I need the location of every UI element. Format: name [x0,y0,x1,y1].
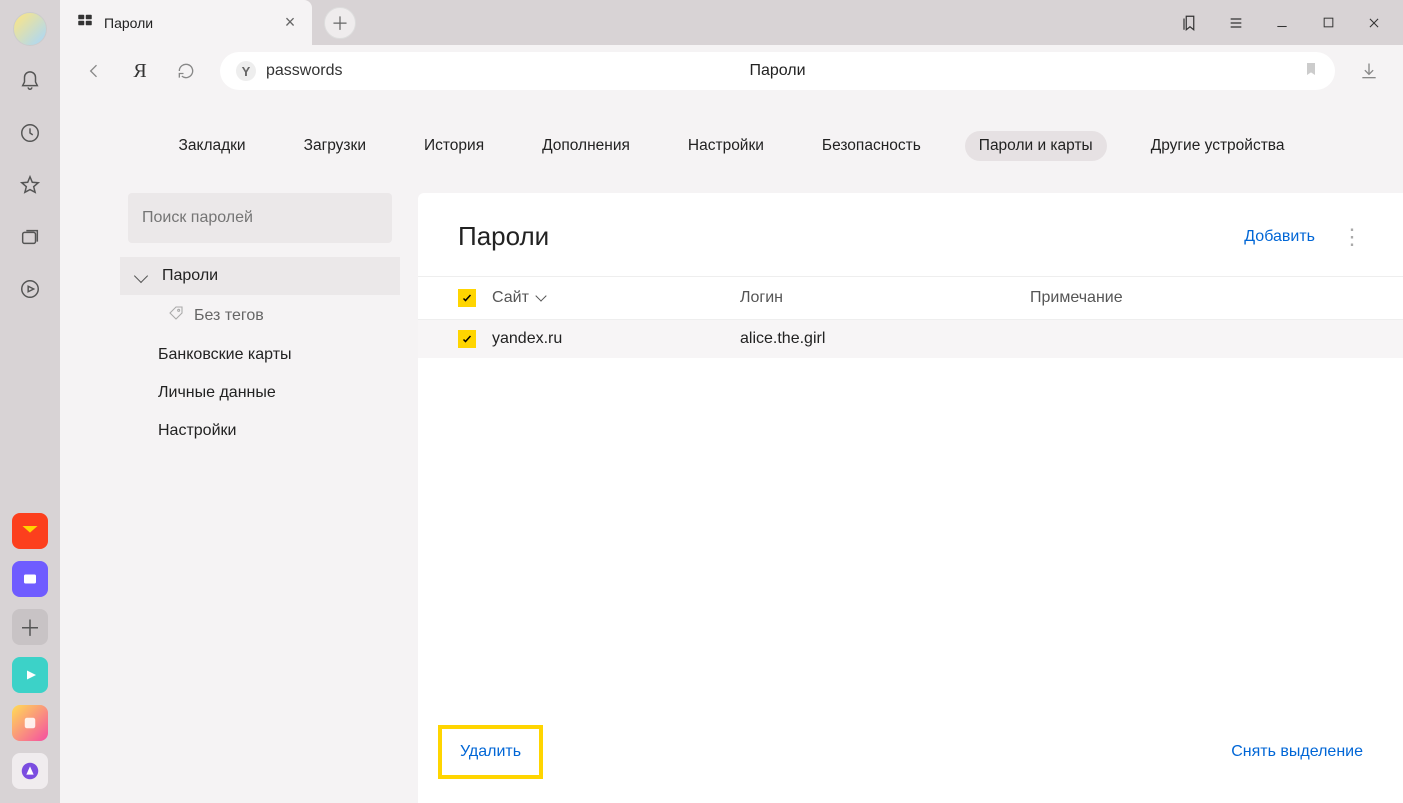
star-icon[interactable] [13,168,47,202]
topmenu-settings[interactable]: Настройки [674,131,778,161]
left-dock: ＋ [0,0,60,803]
chevron-down-icon [134,269,148,283]
yandex-home-icon[interactable]: Я [128,59,152,83]
dock-bottom: ＋ [0,513,60,789]
site-lock-icon: Y [236,61,256,81]
nav-bar: Я Y passwords Пароли [60,45,1403,97]
tag-icon [168,305,184,326]
topmenu-bookmarks[interactable]: Закладки [165,131,260,161]
topmenu-security[interactable]: Безопасность [808,131,935,161]
sidebar-item-bank-cards[interactable]: Банковские карты [120,336,400,374]
tab-favicon-icon [76,11,94,34]
bookmarks-bar-icon[interactable] [1167,0,1213,45]
back-icon[interactable] [82,59,106,83]
topmenu-downloads[interactable]: Загрузки [290,131,380,161]
column-site[interactable]: Сайт [492,289,740,307]
page-content: Закладки Загрузки История Дополнения Нас… [60,97,1403,803]
close-window-button[interactable] [1351,0,1397,45]
sidebar-item-settings[interactable]: Настройки [120,412,400,450]
tab-strip: Пароли × ＋ [60,0,1403,45]
collections-icon[interactable] [13,220,47,254]
main-title: Пароли [458,221,1244,252]
address-bar[interactable]: Y passwords Пароли [220,52,1335,90]
left-panel: Пароли Без тегов Банковские карты Личные… [120,193,400,450]
column-note[interactable]: Примечание [1030,289,1363,307]
select-all-checkbox[interactable] [458,289,476,307]
new-tab-button[interactable]: ＋ [324,7,356,39]
avatar[interactable] [13,12,47,46]
column-login[interactable]: Логин [740,289,1030,307]
maximize-button[interactable] [1305,0,1351,45]
search-passwords[interactable] [128,193,392,243]
play-circle-icon[interactable] [13,272,47,306]
delete-button[interactable]: Удалить [438,725,543,779]
assistant-app-icon[interactable] [12,753,48,789]
column-label: Сайт [492,289,529,307]
topmenu-history[interactable]: История [410,131,498,161]
kinopoisk-app-icon[interactable] [12,561,48,597]
sidebar-item-label: Без тегов [194,307,264,325]
page-title: Пароли [749,62,805,80]
settings-top-menu: Закладки Загрузки История Дополнения Нас… [60,97,1403,185]
row-checkbox[interactable] [458,330,476,348]
minimize-button[interactable] [1259,0,1305,45]
close-icon[interactable]: × [282,15,298,31]
music-app-icon[interactable] [12,657,48,693]
more-icon[interactable] [1341,234,1363,240]
sidebar-item-no-tags[interactable]: Без тегов [120,295,400,336]
cell-login: alice.the.girl [740,330,1030,348]
add-button[interactable]: Добавить [1244,228,1315,246]
sidebar-item-personal-data[interactable]: Личные данные [120,374,400,412]
mail-app-icon[interactable] [12,513,48,549]
sidebar-item-passwords[interactable]: Пароли [120,257,400,295]
search-input[interactable] [142,209,378,227]
alice-app-icon[interactable] [12,705,48,741]
menu-icon[interactable] [1213,0,1259,45]
table-row[interactable]: yandex.ru alice.the.girl [418,320,1403,358]
bookmark-icon[interactable] [1303,61,1319,82]
deselect-button[interactable]: Снять выделение [1231,743,1363,761]
sidebar-item-label: Банковские карты [158,346,292,364]
chevron-down-icon [535,290,546,301]
tab-passwords[interactable]: Пароли × [60,0,312,45]
address-text: passwords [266,62,342,80]
main-panel: Пароли Добавить Сайт Логин Примечание ya… [418,193,1403,803]
topmenu-passwords[interactable]: Пароли и карты [965,131,1107,161]
window-controls [1167,0,1397,45]
reload-icon[interactable] [174,59,198,83]
downloads-icon[interactable] [1357,59,1381,83]
main-header: Пароли Добавить [418,193,1403,276]
table-header: Сайт Логин Примечание [418,276,1403,320]
bell-icon[interactable] [13,64,47,98]
history-icon[interactable] [13,116,47,150]
add-app-icon[interactable]: ＋ [12,609,48,645]
sidebar-item-label: Настройки [158,422,236,440]
cell-site: yandex.ru [492,330,740,348]
sidebar-item-label: Пароли [162,267,218,285]
main-footer: Удалить Снять выделение [418,707,1403,803]
tab-title: Пароли [104,15,272,31]
topmenu-addons[interactable]: Дополнения [528,131,644,161]
sidebar-item-label: Личные данные [158,384,276,402]
topmenu-devices[interactable]: Другие устройства [1137,131,1299,161]
